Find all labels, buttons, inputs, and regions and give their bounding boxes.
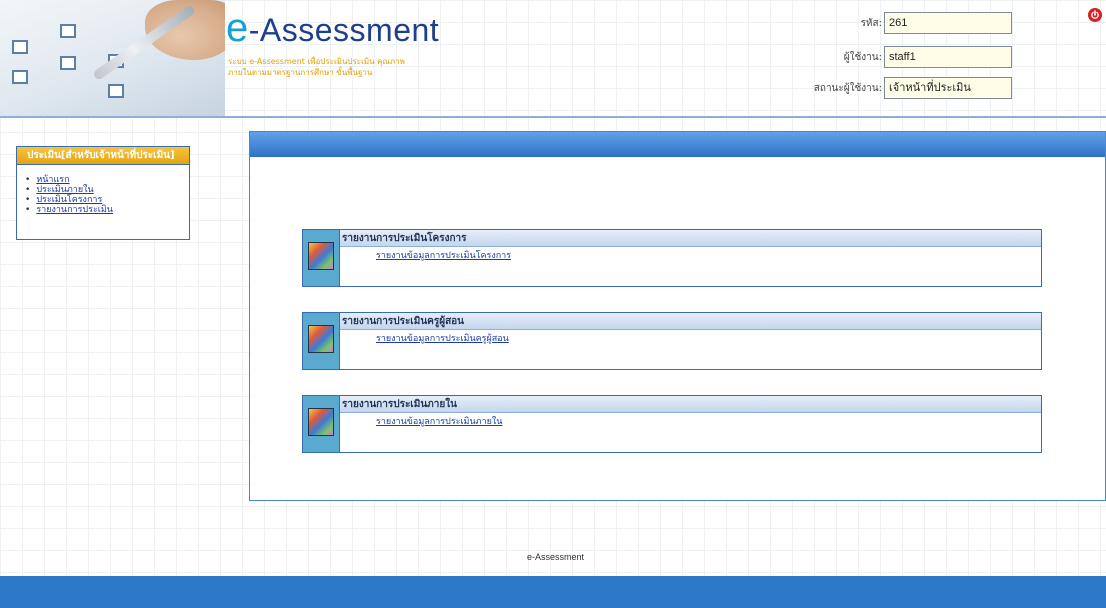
sidebar-item-internal-assessment: ประเมินภายใน — [25, 185, 189, 195]
sidebar-item-home: หน้าแรก — [25, 175, 189, 185]
user-id-field: 261 — [884, 12, 1012, 34]
main-panel-header-bar — [250, 132, 1105, 157]
footer-bar — [0, 576, 1106, 608]
report-card-project: รายงานการประเมินโครงการ รายงานข้อมูลการป… — [302, 229, 1042, 287]
report-link-teacher[interactable]: รายงานข้อมูลการประเมินครูผู้สอน — [376, 331, 509, 345]
report-card-title: รายงานการประเมินภายใน — [340, 396, 1041, 413]
report-link-project[interactable]: รายงานข้อมูลการประเมินโครงการ — [376, 248, 511, 262]
report-card-internal: รายงานการประเมินภายใน รายงานข้อมูลการประ… — [302, 395, 1042, 453]
username-row: ผู้ใช้งาน: staff1 — [844, 46, 1012, 68]
checkbox-illustration — [12, 70, 28, 84]
app-logo-subtitle: ระบบ e-Assessment เพื่อประเมินประเมิน คุ… — [228, 57, 405, 77]
report-card-title: รายงานการประเมินโครงการ — [340, 230, 1041, 247]
header-banner-image — [0, 0, 225, 116]
checkbox-illustration — [60, 24, 76, 38]
checkbox-illustration — [60, 56, 76, 70]
sidebar-item-project-assessment: ประเมินโครงการ — [25, 195, 189, 205]
checkbox-illustration — [108, 84, 124, 98]
sidebar-menu: ประเมิน[สำหรับเจ้าหน้าที่ประเมิน] หน้าแร… — [16, 146, 190, 240]
sidebar-link-assessment-report[interactable]: รายงานการประเมิน — [36, 205, 113, 215]
report-card-title: รายงานการประเมินครูผู้สอน — [340, 313, 1041, 330]
footer-text: e-Assessment — [527, 552, 585, 562]
sidebar-link-project-assessment[interactable]: ประเมินโครงการ — [36, 195, 102, 205]
user-id-row: รหัส: 261 — [861, 12, 1012, 34]
sidebar-list: หน้าแรก ประเมินภายใน ประเมินโครงการ รายง… — [17, 165, 189, 215]
power-icon[interactable] — [1088, 8, 1102, 22]
user-status-field: เจ้าหน้าที่ประเมิน — [884, 77, 1012, 99]
sidebar-link-internal-assessment[interactable]: ประเมินภายใน — [36, 185, 93, 195]
app-logo-title: e-Assessment — [226, 6, 440, 50]
user-status-row: สถานะผู้ใช้งาน: เจ้าหน้าที่ประเมิน — [814, 77, 1012, 99]
user-id-label: รหัส: — [860, 17, 882, 29]
report-card-teacher: รายงานการประเมินครูผู้สอน รายงานข้อมูลกา… — [302, 312, 1042, 370]
user-status-label: สถานะผู้ใช้งาน: — [813, 82, 882, 94]
username-field: staff1 — [884, 46, 1012, 68]
sidebar-link-home[interactable]: หน้าแรก — [36, 175, 69, 185]
report-image-icon — [303, 230, 340, 286]
sidebar-title: ประเมิน[สำหรับเจ้าหน้าที่ประเมิน] — [17, 147, 189, 165]
report-image-icon — [303, 396, 340, 452]
report-image-icon — [303, 313, 340, 369]
page-header: e-Assessment ระบบ e-Assessment เพื่อประเ… — [0, 0, 1106, 118]
checkbox-illustration — [12, 40, 28, 54]
report-link-internal[interactable]: รายงานข้อมูลการประเมินภายใน — [376, 414, 502, 428]
sidebar-item-assessment-report: รายงานการประเมิน — [25, 205, 189, 215]
username-label: ผู้ใช้งาน: — [843, 51, 882, 63]
main-content-panel: รายงานการประเมินโครงการ รายงานข้อมูลการป… — [249, 131, 1106, 501]
